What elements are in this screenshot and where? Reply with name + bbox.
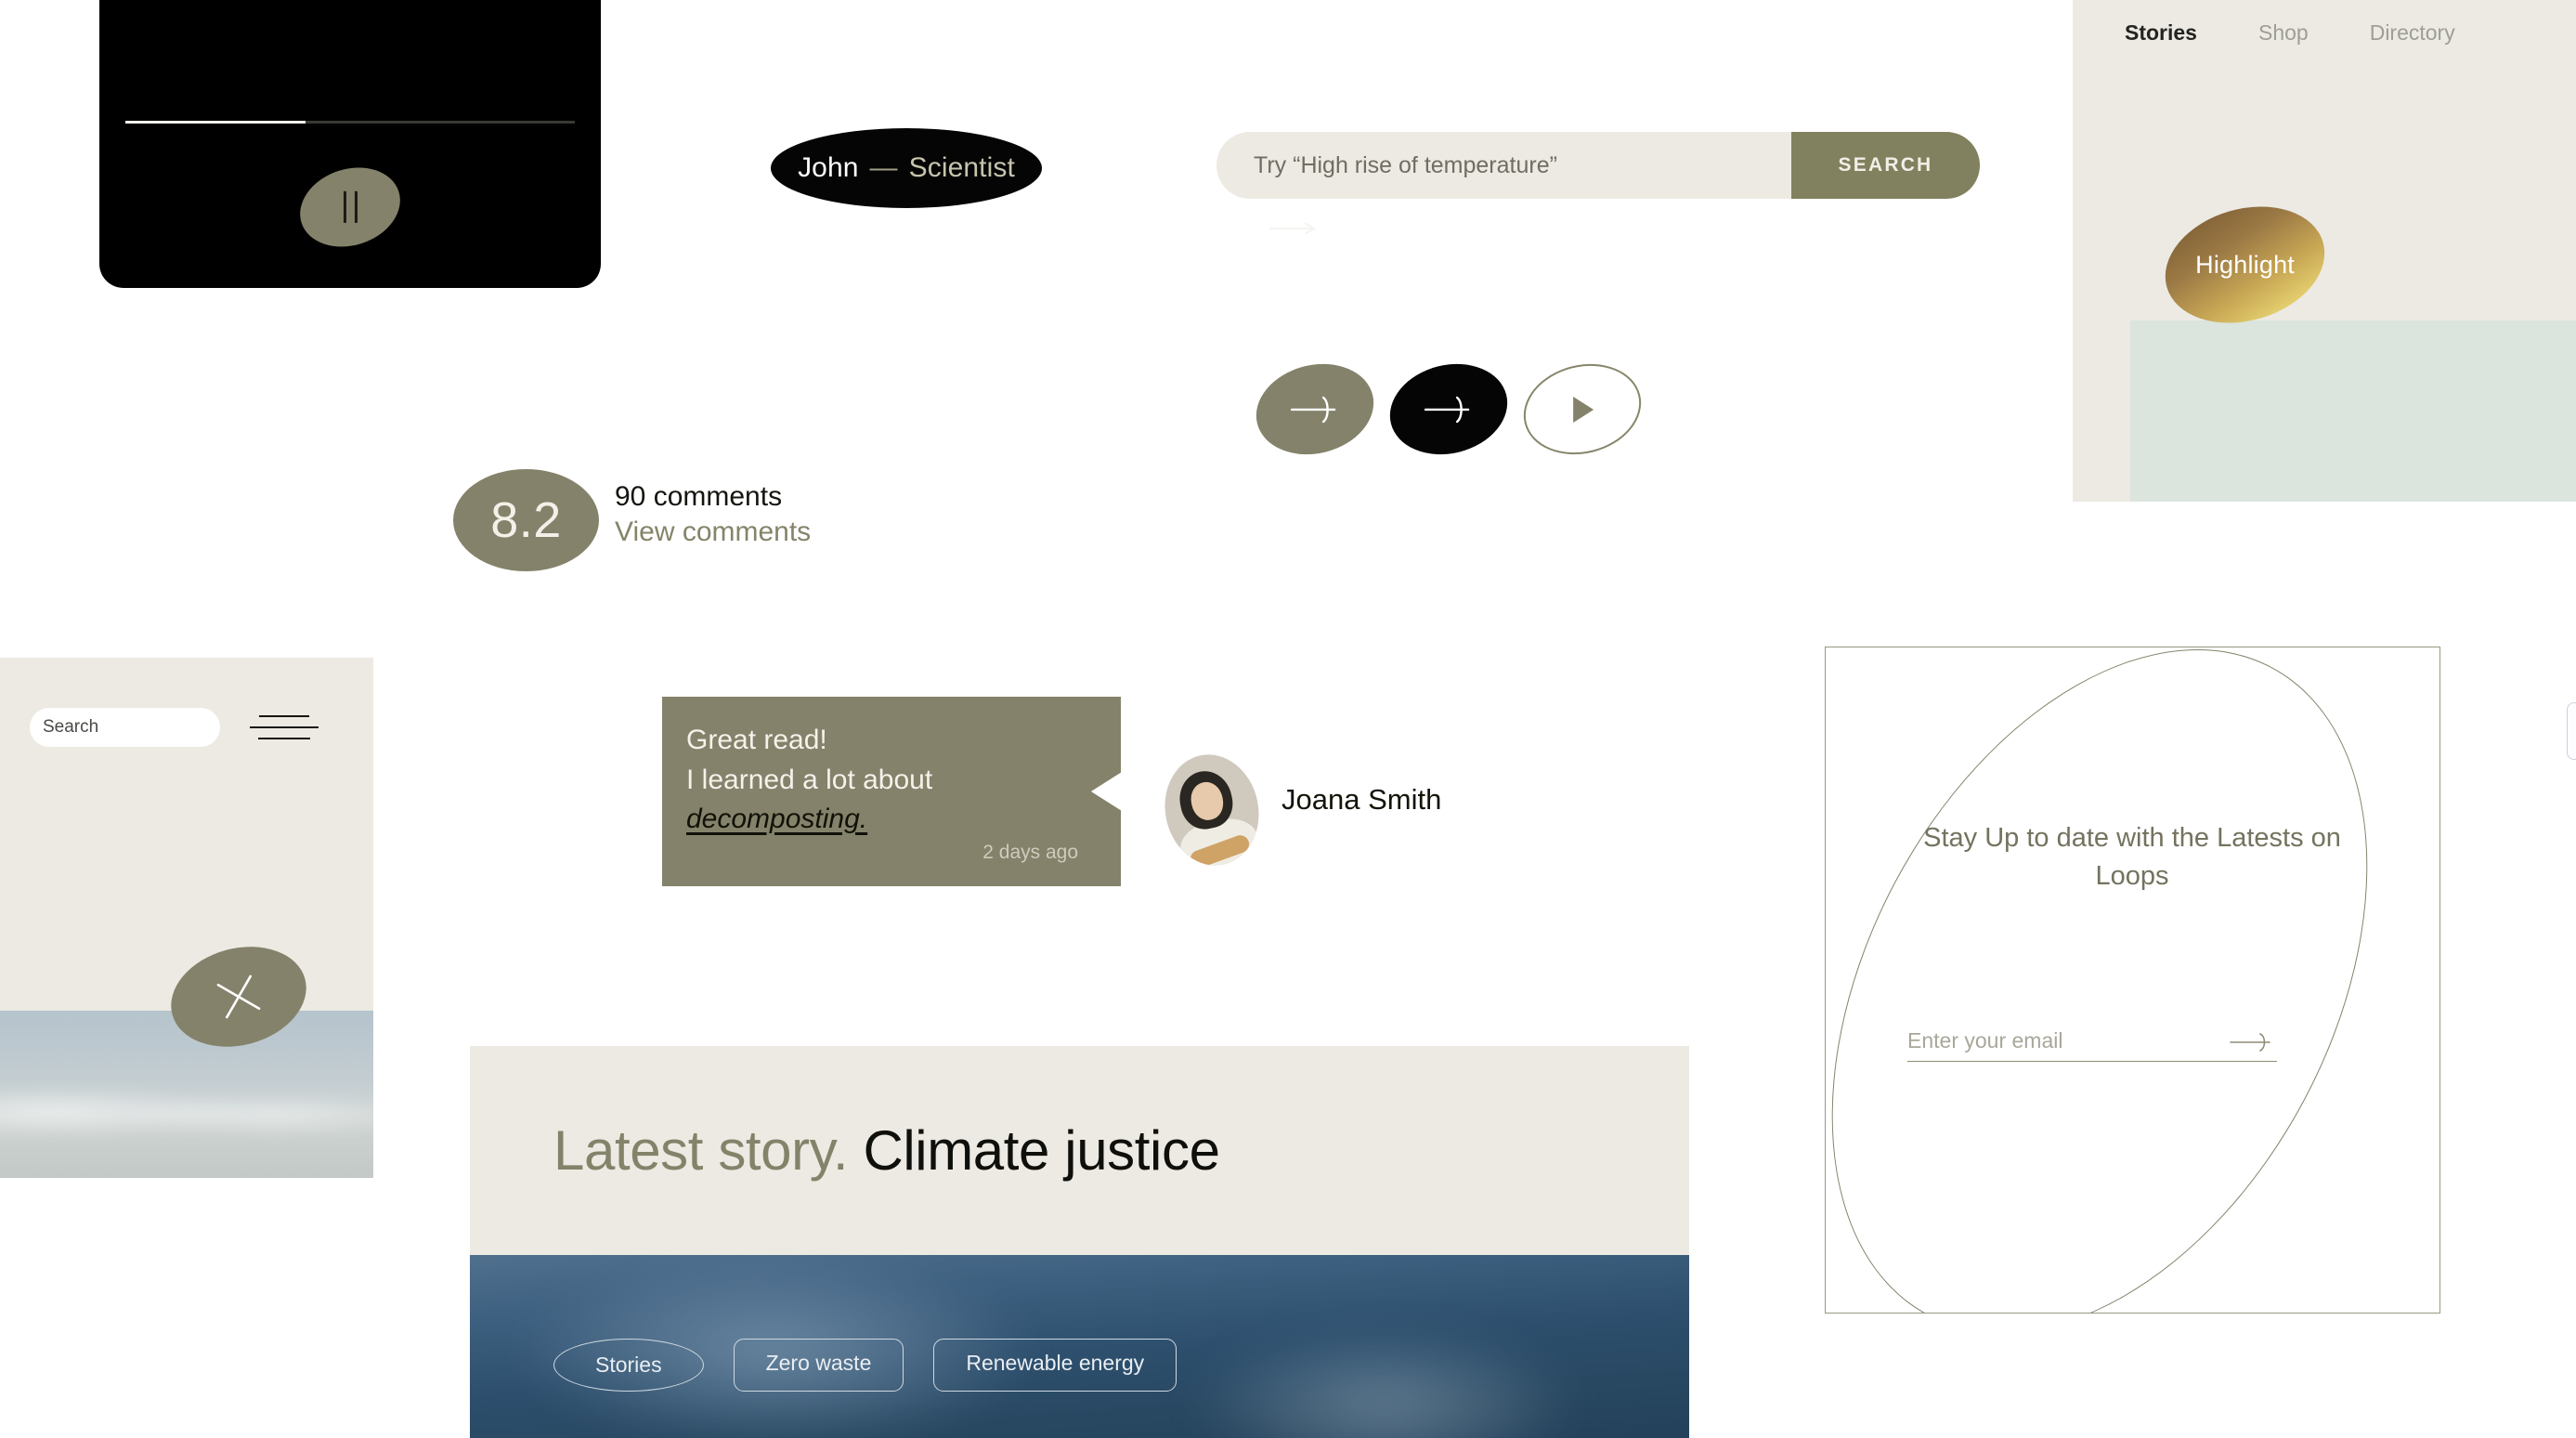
nav-item-shop[interactable]: Shop [2258,20,2309,46]
nav-item-directory[interactable]: Directory [2370,20,2455,46]
top-nav: Stories Shop Directory [2125,20,2455,46]
decorative-ellipse [1826,647,2439,1313]
pause-button[interactable] [290,155,410,259]
author-separator: — [869,152,898,183]
author-name: John [798,152,859,183]
comment-body: Great read! I learned a lot about decomp… [686,721,1095,840]
latest-story-card[interactable]: Latest story. Climate justice Stories Ze… [470,1046,1689,1438]
story-tags: Stories Zero waste Renewable energy [553,1339,1177,1392]
hamburger-icon[interactable] [249,708,319,747]
play-icon [1573,396,1594,423]
rating-score-badge: 8.2 [453,469,599,571]
author-role: Scientist [908,152,1015,183]
search-input[interactable] [1216,132,1791,199]
story-title: Climate justice [863,1119,1220,1182]
tag-renewable-energy[interactable]: Renewable energy [933,1339,1177,1392]
next-button-olive[interactable] [1246,351,1384,467]
sidebar-search [30,708,270,747]
pause-icon [343,191,358,223]
highlight-photo [2130,320,2576,502]
author-pill[interactable]: John — Scientist [771,128,1042,208]
tag-stories[interactable]: Stories [553,1339,704,1392]
tag-zero-waste[interactable]: Zero waste [733,1339,904,1392]
comment-bubble: Great read! I learned a lot about decomp… [662,697,1121,886]
highlight-badge-label: Highlight [2195,250,2295,279]
comments-count: 90 comments [615,481,783,512]
arrow-right-icon [1269,222,1316,235]
edge-element[interactable] [2567,702,2576,760]
sidebar-search-input[interactable] [43,717,270,738]
newsletter-title: Stay Up to date with the Latests on Loop… [1923,823,2341,892]
comment-line-2: I learned a lot about [686,764,933,795]
commenter-name: Joana Smith [1281,783,1442,816]
arrow-right-icon [1424,396,1470,423]
avatar [1154,745,1269,875]
comment-emphasis: decomposting. [686,804,868,835]
search-bar: SEARCH [1216,132,1980,199]
comment-line-1: Great read! [686,725,827,755]
next-button-black[interactable] [1380,351,1517,467]
comments-summary: 90 comments View comments [615,479,811,549]
story-eyebrow: Latest story. [553,1119,849,1182]
nav-item-stories[interactable]: Stories [2125,20,2197,46]
comment-timestamp: 2 days ago [982,842,1078,863]
arrow-right-icon[interactable] [2229,1031,2277,1053]
play-button[interactable] [1514,351,1651,467]
email-input[interactable] [1907,1028,2229,1053]
view-comments-link[interactable]: View comments [615,515,811,550]
page-canvas: John — Scientist SEARCH Stories Shop Dir… [0,0,2576,1438]
carousel-controls [1246,351,1651,467]
video-player[interactable] [99,0,601,288]
search-button[interactable]: SEARCH [1791,132,1980,199]
video-progress-fill [125,121,306,124]
page-title: Latest story. Climate justice [553,1118,1220,1183]
arrow-right-icon [1290,396,1336,423]
video-progress-bar[interactable] [125,121,575,124]
rating-value: 8.2 [490,492,562,548]
newsletter-field [1907,1028,2277,1062]
story-header: Latest story. Climate justice [470,1046,1689,1255]
newsletter-card: Stay Up to date with the Latests on Loop… [1825,647,2440,1314]
close-icon [216,974,261,1019]
